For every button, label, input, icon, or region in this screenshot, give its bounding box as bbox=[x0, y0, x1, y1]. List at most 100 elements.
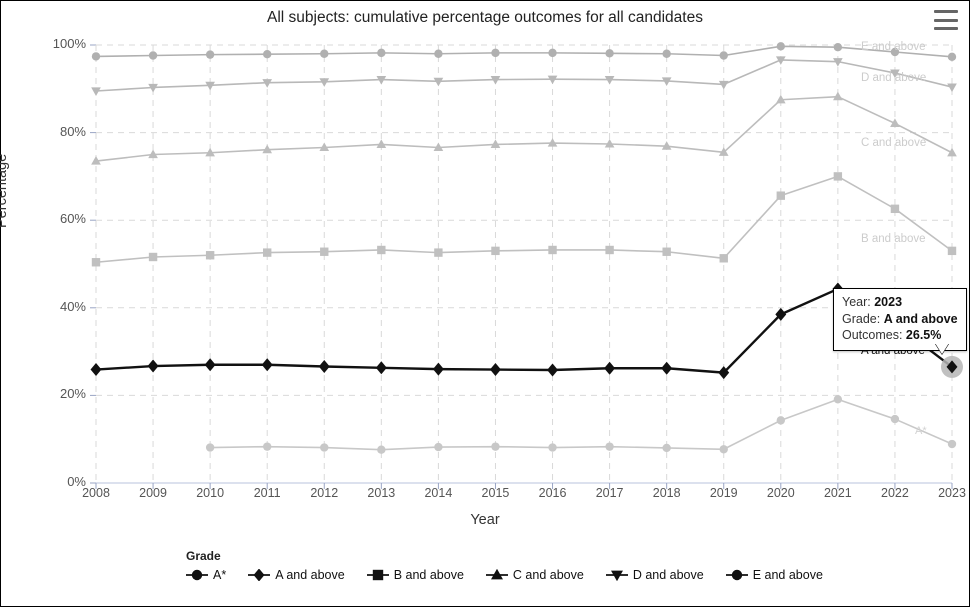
tooltip-pointer bbox=[935, 343, 949, 354]
data-point[interactable] bbox=[604, 361, 616, 375]
data-point[interactable] bbox=[719, 445, 728, 454]
x-tick-label: 2017 bbox=[595, 486, 624, 500]
data-point[interactable] bbox=[263, 248, 272, 257]
data-point[interactable] bbox=[490, 363, 501, 377]
data-point[interactable] bbox=[320, 49, 329, 58]
legend-item-label: D and above bbox=[632, 568, 704, 582]
chart-series[interactable] bbox=[205, 395, 957, 454]
data-point[interactable] bbox=[91, 52, 101, 61]
x-tick-label: 2008 bbox=[82, 486, 110, 500]
data-point[interactable] bbox=[491, 246, 500, 256]
data-point[interactable] bbox=[320, 443, 329, 452]
chart-series[interactable] bbox=[90, 282, 958, 380]
data-point[interactable] bbox=[148, 252, 158, 262]
legend-item[interactable]: A and above bbox=[248, 568, 345, 582]
series-inline-label: C and above bbox=[861, 137, 927, 149]
x-tick-label: 2023 bbox=[938, 486, 966, 500]
data-point[interactable] bbox=[719, 51, 728, 60]
legend-item[interactable]: D and above bbox=[605, 568, 704, 582]
chart-series[interactable] bbox=[91, 56, 957, 97]
legend-title: Grade bbox=[186, 549, 221, 563]
y-tick-label: 20% bbox=[59, 386, 86, 402]
data-point[interactable] bbox=[90, 363, 102, 377]
data-point[interactable] bbox=[432, 362, 444, 376]
x-tick-label: 2016 bbox=[538, 486, 567, 500]
data-point[interactable] bbox=[377, 445, 386, 454]
x-tick-label: 2011 bbox=[253, 486, 281, 500]
legend-item-label: A and above bbox=[275, 568, 345, 582]
x-tick-label: 2022 bbox=[881, 486, 909, 500]
legend-marker-icon bbox=[725, 569, 748, 581]
data-point[interactable] bbox=[318, 359, 330, 373]
chart-screenshot: All subjects: cumulative percentage outc… bbox=[0, 0, 970, 607]
data-point[interactable] bbox=[719, 254, 728, 263]
data-point[interactable] bbox=[205, 443, 215, 452]
tooltip-grade-row: Grade: A and above bbox=[842, 311, 958, 328]
data-point[interactable] bbox=[662, 49, 671, 58]
data-point[interactable] bbox=[491, 48, 500, 58]
x-tick-label: 2009 bbox=[139, 486, 167, 500]
data-point[interactable] bbox=[376, 139, 387, 148]
data-point[interactable] bbox=[947, 83, 957, 93]
data-point[interactable] bbox=[147, 359, 159, 373]
data-point[interactable] bbox=[91, 258, 101, 267]
data-point[interactable] bbox=[91, 87, 101, 97]
data-point[interactable] bbox=[890, 414, 900, 424]
data-point[interactable] bbox=[662, 443, 671, 453]
data-point[interactable] bbox=[662, 247, 671, 256]
data-point[interactable] bbox=[547, 363, 558, 377]
data-point[interactable] bbox=[776, 416, 785, 425]
data-point[interactable] bbox=[947, 147, 957, 157]
x-tick-label: 2020 bbox=[766, 486, 795, 500]
data-point[interactable] bbox=[947, 439, 957, 449]
data-point[interactable] bbox=[205, 50, 215, 59]
legend-item[interactable]: B and above bbox=[366, 568, 464, 582]
data-point[interactable] bbox=[661, 361, 673, 375]
data-point[interactable] bbox=[205, 251, 215, 260]
data-point[interactable] bbox=[718, 80, 729, 90]
data-point[interactable] bbox=[605, 245, 614, 255]
data-point[interactable] bbox=[947, 246, 957, 256]
data-point[interactable] bbox=[434, 442, 443, 452]
legend-item[interactable]: A* bbox=[186, 568, 226, 582]
data-point[interactable] bbox=[434, 49, 443, 58]
data-point[interactable] bbox=[434, 248, 443, 257]
data-point[interactable] bbox=[833, 42, 843, 52]
data-point[interactable] bbox=[605, 442, 614, 451]
data-point[interactable] bbox=[263, 49, 272, 59]
data-point[interactable] bbox=[148, 51, 158, 60]
data-point[interactable] bbox=[548, 48, 557, 58]
legend-item-label: C and above bbox=[512, 568, 584, 582]
chart-series[interactable] bbox=[91, 172, 957, 267]
data-point[interactable] bbox=[263, 442, 272, 451]
data-point[interactable] bbox=[833, 91, 843, 101]
data-point[interactable] bbox=[377, 245, 386, 255]
data-point[interactable] bbox=[947, 52, 957, 62]
y-tick-label: 60% bbox=[59, 211, 86, 227]
data-point[interactable] bbox=[320, 247, 329, 256]
legend-marker-icon bbox=[366, 569, 389, 581]
y-tick-label: 40% bbox=[59, 298, 86, 314]
data-point[interactable] bbox=[377, 48, 386, 58]
legend-item[interactable]: E and above bbox=[725, 568, 823, 582]
legend-item[interactable]: C and above bbox=[485, 568, 584, 582]
data-point[interactable] bbox=[776, 42, 785, 51]
tooltip-year-label: Year: bbox=[842, 295, 871, 309]
series-inline-label: E and above bbox=[861, 41, 926, 53]
y-tick-label: 80% bbox=[59, 123, 86, 139]
data-point[interactable] bbox=[890, 204, 900, 214]
data-point[interactable] bbox=[548, 245, 557, 255]
data-point[interactable] bbox=[833, 395, 843, 404]
tooltip-grade-label: Grade: bbox=[842, 311, 881, 326]
data-point[interactable] bbox=[204, 358, 216, 372]
data-point[interactable] bbox=[605, 49, 614, 58]
data-point[interactable] bbox=[375, 361, 387, 375]
data-point[interactable] bbox=[491, 442, 500, 451]
data-point[interactable] bbox=[433, 77, 444, 87]
chart-series[interactable] bbox=[91, 91, 957, 165]
data-point[interactable] bbox=[833, 172, 843, 181]
data-point[interactable] bbox=[261, 358, 273, 372]
data-point[interactable] bbox=[548, 443, 557, 452]
tooltip-year-row: Year: 2023 bbox=[842, 294, 958, 311]
data-point[interactable] bbox=[776, 191, 785, 200]
